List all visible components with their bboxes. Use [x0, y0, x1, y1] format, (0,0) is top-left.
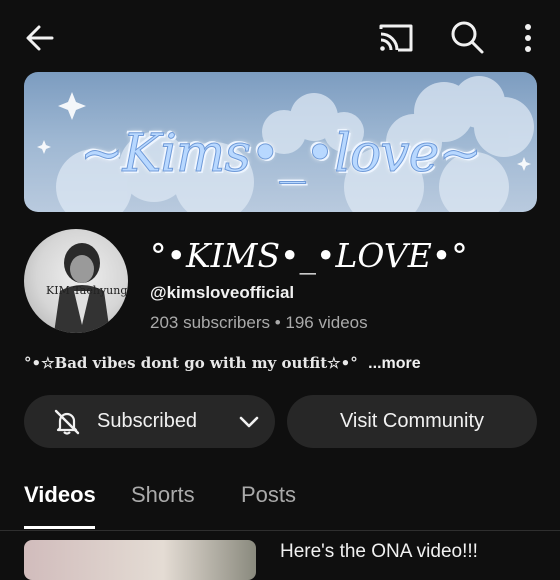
- avatar-portrait-art: [54, 243, 110, 333]
- channel-handle: @kimsloveofficial: [150, 283, 295, 302]
- subscribed-label: Subscribed: [97, 410, 198, 432]
- search-icon[interactable]: [448, 18, 486, 56]
- active-tab-indicator: [24, 526, 95, 529]
- description-more-link[interactable]: ...more: [368, 355, 420, 372]
- notifications-off-icon: [54, 409, 80, 435]
- tab-videos[interactable]: Videos: [24, 482, 96, 508]
- subscribed-button[interactable]: Subscribed: [24, 395, 275, 448]
- arrow-left-icon[interactable]: [22, 20, 58, 56]
- tab-shorts[interactable]: Shorts: [131, 482, 195, 508]
- top-app-bar: [0, 0, 560, 72]
- chevron-down-icon: [239, 416, 259, 428]
- channel-description[interactable]: °•☆Bad vibes dont go with my outfit☆•° .…: [24, 354, 421, 373]
- more-vertical-icon[interactable]: [514, 20, 542, 56]
- tab-posts[interactable]: Posts: [241, 482, 296, 508]
- description-text: °•☆Bad vibes dont go with my outfit☆•°: [24, 354, 358, 372]
- channel-banner: ~Kims•_•love~: [24, 72, 537, 212]
- cast-icon[interactable]: [378, 20, 414, 56]
- visit-community-button[interactable]: Visit Community: [287, 395, 537, 448]
- channel-tabs: Videos Shorts Posts: [0, 474, 560, 531]
- channel-name: °•KIMS•_•LOVE•°: [150, 236, 468, 275]
- visit-community-label: Visit Community: [339, 410, 485, 432]
- channel-stats: 203 subscribers • 196 videos: [150, 313, 368, 332]
- banner-title: ~Kims•_•love~: [79, 124, 482, 185]
- avatar-caption: KIM Taehyung: [46, 284, 128, 297]
- channel-avatar[interactable]: KIM Taehyung: [24, 229, 128, 333]
- video-thumbnail[interactable]: [24, 540, 256, 580]
